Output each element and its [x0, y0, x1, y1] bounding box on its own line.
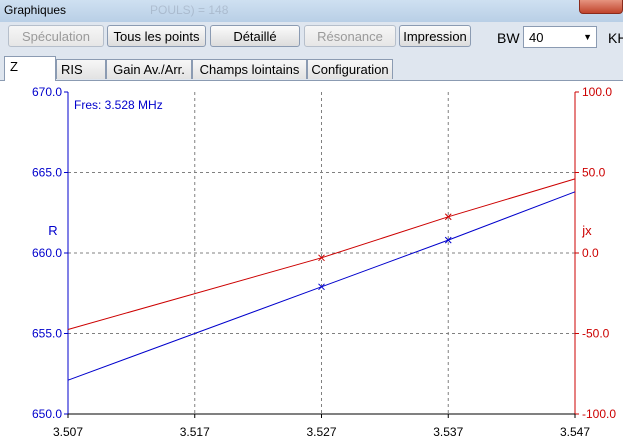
print-button[interactable]: Impression: [399, 25, 471, 47]
right-axis-label: jx: [581, 223, 592, 238]
left-tick-label: 665.0: [32, 166, 62, 180]
x-tick-label: 3.517: [180, 425, 210, 439]
right-tick-label: -50.0: [582, 327, 610, 341]
window-titlebar: Graphiques POULS) = 148: [0, 0, 623, 23]
left-tick-label: 670.0: [32, 85, 62, 99]
tab-ris[interactable]: RIS: [56, 59, 106, 79]
chevron-down-icon[interactable]: ▼: [583, 32, 592, 42]
toolbar: Spéculation Tous les points Détaillé Rés…: [0, 22, 623, 56]
x-tick-label: 3.547: [560, 425, 590, 439]
bw-dropdown[interactable]: 40 ▼: [523, 26, 597, 48]
left-tick-label: 655.0: [32, 327, 62, 341]
chart-svg: 670.0 665.0 660.0 655.0 650.0 100.0 50.0 0.0 -50…: [32, 85, 616, 439]
detailed-button[interactable]: Détaillé: [210, 25, 300, 47]
tab-z[interactable]: Z: [4, 56, 56, 81]
tab-far-field[interactable]: Champs lointains: [192, 59, 307, 79]
close-button[interactable]: [579, 0, 623, 14]
tab-configuration[interactable]: Configuration: [307, 59, 393, 79]
window-title: Graphiques: [4, 3, 67, 17]
resonance-button[interactable]: Résonance: [304, 25, 396, 47]
tab-gain[interactable]: Gain Av./Arr.: [106, 59, 192, 79]
window-title-ghost: POULS) = 148: [150, 3, 229, 17]
x-tick-label: 3.537: [433, 425, 463, 439]
right-tick-label: 100.0: [582, 85, 612, 99]
right-tick-label: -100.0: [582, 407, 616, 421]
tab-strip: Z RIS Gain Av./Arr. Champs lointains Con…: [0, 56, 623, 81]
impedance-chart: 670.0 665.0 660.0 655.0 650.0 100.0 50.0 0.0 -50…: [0, 81, 623, 444]
speculation-button[interactable]: Spéculation: [8, 25, 104, 47]
all-points-button[interactable]: Tous les points: [107, 25, 206, 47]
right-tick-label: 0.0: [582, 246, 599, 260]
x-tick-label: 3.527: [306, 425, 336, 439]
left-tick-label: 660.0: [32, 246, 62, 260]
left-tick-label: 650.0: [32, 407, 62, 421]
resonance-annotation: Fres: 3.528 MHz: [74, 98, 163, 112]
bw-unit-label: KH: [608, 30, 623, 46]
bw-label: BW: [497, 30, 520, 46]
bw-value: 40: [529, 30, 544, 45]
x-tick-label: 3.507: [53, 425, 83, 439]
left-axis-label: R: [48, 223, 57, 238]
right-tick-label: 50.0: [582, 166, 606, 180]
